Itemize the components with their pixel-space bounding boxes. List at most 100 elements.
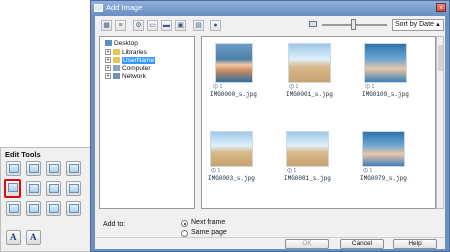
tree-item-network[interactable]: + Network [105,73,146,80]
folder-button[interactable]: ▬ [161,20,172,31]
swap-icon [29,204,39,213]
thumbnail-name: IMG0109_s.jpg [362,91,409,98]
tool-copy-button[interactable] [46,161,61,176]
folder-up-icon: ▣ [177,22,184,29]
list-icon: ≡ [118,22,123,29]
tree-item-libraries[interactable]: + Libraries [105,49,147,56]
tool-text-button[interactable]: A [6,230,21,245]
sort-direction-icon: ▲ [435,22,441,28]
text-box-tool-label: A [30,232,37,242]
desktop-icon [105,40,112,47]
tool-picture-button[interactable] [66,181,81,196]
expand-icon[interactable]: + [105,73,111,80]
user-folder-icon [113,57,120,64]
tool-layout-button[interactable] [46,181,61,196]
thumbnail-image [215,43,253,83]
add-image-dialog: Add Image × ▦ ≡ ⚙ ▭ ▬ ▣ ▤ ● Sort by Date… [90,0,450,252]
arrange-icon [9,204,19,213]
network-icon [113,73,120,80]
thumbnail-scrollbar[interactable] [436,36,444,209]
thumbnail-name: IMG0000_s.jpg [210,91,257,98]
tool-shape-button[interactable] [46,201,61,216]
tree-label-desktop: Desktop [114,40,138,47]
drive-icon: ▭ [149,22,156,29]
tree-label-network: Network [122,73,146,80]
list-view-button[interactable]: ≡ [115,20,126,31]
ok-button[interactable]: OK [285,239,329,249]
tool-add-image-button[interactable] [4,179,21,198]
dialog-body: ▦ ≡ ⚙ ▭ ▬ ▣ ▤ ● Sort by Date ▲ Desktop +… [95,16,445,249]
network-icon: ⚙ [135,22,142,29]
divider [95,237,445,238]
frame-icon [29,184,39,193]
same-page-label[interactable]: Same page [191,229,227,236]
add-image-icon [8,183,18,192]
edit-tools-palette: Edit Tools A A [0,147,93,252]
layout-icon [49,184,59,193]
scan-button[interactable]: ▤ [193,20,204,31]
scanner-icon: ▤ [195,22,202,29]
tree-label-computer: Computer [122,65,151,72]
tree-label-libraries: Libraries [122,49,147,56]
expand-icon[interactable]: + [105,65,111,72]
globe-icon: ● [213,22,218,29]
tool-paste-button[interactable] [66,161,81,176]
expand-icon[interactable]: + [105,49,111,56]
shape-icon [49,204,59,213]
thumbnail-name: IMG0079_s.jpg [360,175,407,182]
tree-item-computer[interactable]: + Computer [105,65,151,72]
folder-icon: ▬ [163,22,170,29]
thumbnail-image [210,131,253,167]
sort-selected: Sort by Date [395,21,434,28]
sort-dropdown[interactable]: Sort by Date ▲ [392,19,444,31]
tool-fill-button[interactable] [66,201,81,216]
slider-handle[interactable] [351,19,356,30]
computer-icon [113,65,120,72]
thumbnail-image [288,43,331,83]
small-image-icon [309,21,317,27]
picture-icon [69,184,79,193]
thumbnail-name: IMG0003_s.jpg [208,175,255,182]
same-page-radio[interactable] [181,230,188,237]
folder-tree[interactable]: Desktop + Libraries + UserName + Computer +… [99,36,195,209]
expand-icon[interactable]: + [105,57,111,64]
tree-label-username: UserName [122,57,156,64]
thumbnail-image [364,43,407,83]
dialog-title: Add Image [106,3,143,12]
text-tool-label: A [10,232,17,242]
thumbnail-name: IMG0001_s.jpg [286,91,333,98]
folder-icon [113,49,120,56]
tool-text-box-button[interactable]: A [26,230,41,245]
copy-icon [49,164,59,173]
rotate-icon [29,164,39,173]
next-frame-radio[interactable] [181,220,188,227]
tool-swap-button[interactable] [26,201,41,216]
help-button[interactable]: Help [393,239,437,249]
grid-icon: ▦ [103,22,110,29]
folder-up-button[interactable]: ▣ [175,20,186,31]
crop-icon [9,164,19,173]
tree-item-desktop[interactable]: Desktop [105,40,138,47]
add-to-label: Add to: [103,221,126,228]
thumbnail-image [362,131,405,167]
thumbnail-name: IMG0081_s.jpg [284,175,331,182]
tool-crop-button[interactable] [6,161,21,176]
cancel-button[interactable]: Cancel [340,239,384,249]
tool-arrange-button[interactable] [6,201,21,216]
fill-icon [69,204,79,213]
scrollbar-thumb[interactable] [438,45,443,71]
app-icon [94,4,103,12]
drive-button[interactable]: ▭ [147,20,158,31]
network-button[interactable]: ⚙ [133,20,144,31]
thumbnail-image [286,131,329,167]
online-button[interactable]: ● [210,20,221,31]
tool-rotate-button[interactable] [26,161,41,176]
edit-tools-title: Edit Tools [5,150,41,159]
large-thumbnails-button[interactable]: ▦ [101,20,112,31]
next-frame-label[interactable]: Next frame [191,219,225,226]
tree-item-username[interactable]: + UserName [105,57,156,64]
tool-frame-button[interactable] [26,181,41,196]
thumbnail-area[interactable]: 🛈 1 IMG0000_s.jpg 🛈 1 IMG0001_s.jpg 🛈 1 … [201,36,436,209]
dialog-title-bar: Add Image × [91,1,449,15]
close-button[interactable]: × [436,3,446,12]
